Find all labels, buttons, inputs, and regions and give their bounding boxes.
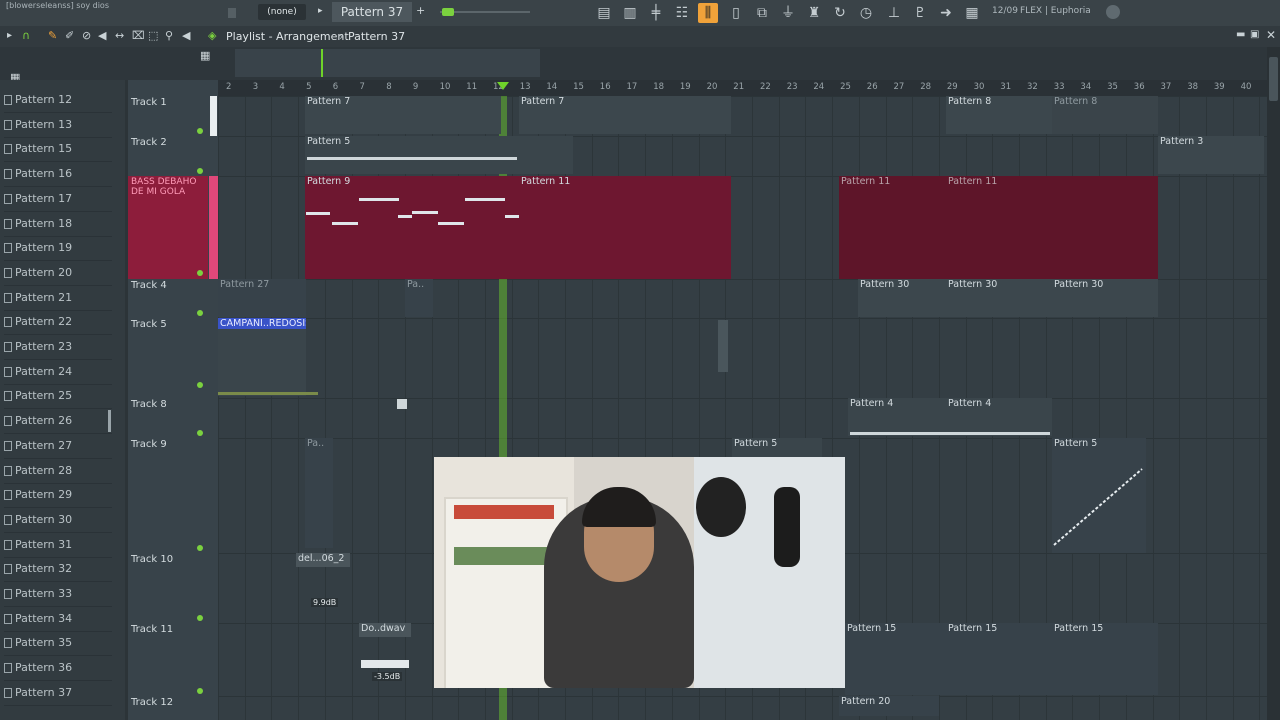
clip[interactable]: Pattern 7 (519, 96, 731, 134)
pop-filter (696, 477, 746, 537)
track-name[interactable]: Track 4 (131, 280, 167, 291)
clip-label: Pattern 4 (948, 398, 992, 409)
clip[interactable]: Pattern 27 (218, 279, 306, 317)
note (332, 222, 358, 225)
clip-label: Pattern 8 (948, 96, 992, 107)
track-enable-icon[interactable] (197, 310, 203, 316)
track-enable-icon[interactable] (197, 128, 203, 134)
note (398, 215, 412, 218)
note (306, 212, 330, 215)
track-name[interactable]: Track 9 (131, 439, 167, 450)
clip-label: Pattern 7 (307, 96, 351, 107)
track-enable-icon[interactable] (197, 270, 203, 276)
clip[interactable]: Pattern 5 (732, 438, 822, 458)
note (505, 215, 519, 218)
track-name[interactable]: Track 8 (131, 399, 167, 410)
automation-line (218, 392, 318, 395)
clip[interactable]: Pattern 15 (845, 623, 946, 695)
clip-label: Pattern 7 (521, 96, 565, 107)
track-name[interactable]: Track 5 (131, 319, 167, 330)
clip-label: Pattern 30 (860, 279, 910, 290)
clip[interactable]: CAMPANI..REDOSIS (218, 318, 306, 396)
clip-label: Pattern 11 (521, 176, 571, 187)
note (412, 211, 438, 214)
track-name[interactable]: BASS DEBAHO DE MI GOLA (131, 177, 209, 197)
gain-label: 9.9dB (311, 598, 339, 607)
clip-pattern-line (850, 432, 1050, 435)
clip-label: Pattern 30 (948, 279, 998, 290)
clip[interactable]: Pattern 4 (946, 398, 1052, 436)
clip-label: Pa.. (307, 438, 325, 449)
clip-label: Pattern 5 (307, 136, 351, 147)
clip-label: Pattern 15 (847, 623, 897, 634)
clip[interactable]: Pa.. (305, 438, 333, 548)
clip-label: Pattern 15 (948, 623, 998, 634)
automation-curve (1053, 468, 1143, 546)
clip-label: Pattern 27 (220, 279, 270, 290)
note (465, 198, 505, 201)
clip-label: Pattern 20 (841, 696, 891, 707)
clip[interactable]: Pattern 11 (946, 176, 1158, 279)
clip[interactable]: Pattern 30 (946, 279, 1052, 317)
clip[interactable]: Pattern 11 (839, 176, 946, 279)
clip-label: Pattern 30 (1054, 279, 1104, 290)
clip[interactable]: Pattern 8 (1052, 96, 1158, 134)
person-hair (582, 487, 656, 527)
clip-label: Pattern 5 (734, 438, 778, 449)
clip[interactable]: Pattern 30 (858, 279, 946, 317)
microphone (774, 487, 800, 567)
clip[interactable]: Pattern 3 (1158, 136, 1264, 174)
track-name[interactable]: Track 10 (131, 554, 173, 565)
clip[interactable]: Pattern 9 (305, 176, 519, 279)
clip-label: CAMPANI..REDOSIS (218, 318, 306, 329)
clip[interactable]: Pattern 15 (946, 623, 1052, 695)
note (359, 198, 399, 201)
clip[interactable]: Pattern 20 (839, 696, 939, 716)
track-enable-icon[interactable] (197, 430, 203, 436)
track-enable-icon[interactable] (197, 615, 203, 621)
clip[interactable]: Do..dwav (359, 623, 411, 637)
track-name[interactable]: Track 12 (131, 697, 173, 708)
clip-label: Do..dwav (361, 623, 406, 634)
clip-label: Pattern 11 (841, 176, 891, 187)
track-enable-icon[interactable] (197, 545, 203, 551)
shelf-items (454, 505, 554, 519)
clip[interactable]: Pattern 30 (1052, 279, 1158, 317)
clip[interactable]: Pattern 7 (305, 96, 501, 134)
clip-label: Pattern 5 (1054, 438, 1098, 449)
track-enable-icon[interactable] (197, 168, 203, 174)
clip-label: Pattern 4 (850, 398, 894, 409)
track-name[interactable]: Track 1 (131, 97, 167, 108)
clip-label: Pattern 11 (948, 176, 998, 187)
clip-label: Pa.. (407, 279, 425, 290)
clip-label: Pattern 3 (1160, 136, 1204, 147)
clip-label: Pattern 9 (307, 176, 351, 187)
clip-label: del...06_2 (298, 553, 345, 564)
shelf-items (454, 547, 554, 565)
clip[interactable]: Pattern 15 (1052, 623, 1158, 695)
clip[interactable]: del...06_2 (296, 553, 350, 567)
clip[interactable]: Pattern 8 (946, 96, 1052, 134)
clip-label: Pattern 15 (1054, 623, 1104, 634)
webcam-overlay (434, 457, 845, 688)
clip-waveform (307, 157, 517, 160)
clip-waveform (361, 660, 409, 668)
track-name[interactable]: Track 11 (131, 624, 173, 635)
clip[interactable]: Pattern 5 (305, 136, 573, 174)
clip[interactable]: Pattern 11 (519, 176, 731, 279)
gain-label: -3.5dB (372, 672, 403, 681)
audio-slice[interactable] (718, 320, 728, 372)
clip-label: Pattern 8 (1054, 96, 1098, 107)
track-name[interactable]: Track 2 (131, 137, 167, 148)
note (438, 222, 464, 225)
automation-point[interactable] (397, 399, 407, 409)
clip[interactable]: Pa.. (405, 279, 433, 317)
clip[interactable]: Pattern 5 (1052, 438, 1146, 553)
clip[interactable]: Pattern 4 (848, 398, 946, 436)
track-enable-icon[interactable] (197, 382, 203, 388)
track-enable-icon[interactable] (197, 688, 203, 694)
